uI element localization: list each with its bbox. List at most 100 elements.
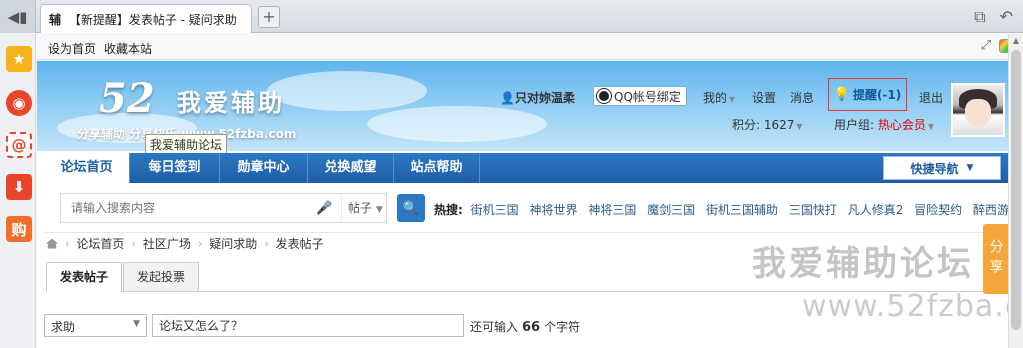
browser-tab-active[interactable]: 辅 【新提醒】发表帖子 - 疑问求助 <box>40 4 252 33</box>
settings-link[interactable]: 设置 <box>752 89 776 106</box>
chevron-down-icon: ▼ <box>927 122 935 131</box>
breadcrumb-item[interactable]: 论坛首页 <box>76 235 124 252</box>
logo-number[interactable]: 52 <box>99 75 155 122</box>
hot-search-item[interactable]: 三国快打 <box>789 203 837 217</box>
forum-page: 52 我爱辅助 分享辅助 分享快乐 www.52fzba.com 我爱辅助论坛 … <box>37 61 1008 348</box>
qq-bind-label: QQ帐号绑定 <box>614 89 681 104</box>
points-menu[interactable]: 积分: 1627 ▼ <box>732 116 803 133</box>
avatar[interactable] <box>951 83 1005 137</box>
hot-search-item[interactable]: 街机三国辅助 <box>706 203 778 217</box>
scroll-up-icon[interactable]: ▲ <box>1009 34 1023 48</box>
chevron-down-icon: ▼ <box>133 319 140 329</box>
nav-daily-signin[interactable]: 每日签到 <box>130 153 220 183</box>
search-type-label: 帖子 <box>348 201 373 215</box>
star-favorites-icon[interactable]: ★ <box>6 46 32 72</box>
chevron-right-icon: › <box>65 237 70 250</box>
tab-title: 【新提醒】发表帖子 - 疑问求助 <box>68 13 237 27</box>
user-icon: 👤 <box>500 91 515 105</box>
download-icon[interactable]: ⬇ <box>6 174 32 200</box>
sidebar-toggle-icon[interactable]: ◀▮ <box>0 0 36 33</box>
hot-search-item[interactable]: 冒险契约 <box>914 203 962 217</box>
chevron-right-icon: › <box>197 237 203 250</box>
shopping-icon[interactable]: 购 <box>6 216 32 242</box>
search-icon: 🔍 <box>402 200 420 216</box>
browser-sidebar: ★ ◉ @ ⬇ 购 <box>0 34 36 348</box>
scroll-thumb[interactable] <box>1011 50 1021 330</box>
lightbulb-icon: 💡 <box>833 87 850 102</box>
thread-type-value: 求助 <box>51 320 76 334</box>
thread-type-select[interactable]: 求助 ▼ <box>44 314 147 337</box>
char-count-number: 66 <box>522 320 541 335</box>
tab-list-icon[interactable]: ⧉ <box>974 7 985 27</box>
logo-text[interactable]: 我爱辅助 <box>177 83 285 118</box>
share-button[interactable]: 分享 <box>983 224 1008 294</box>
hot-search-label: 热搜: <box>434 203 463 217</box>
char-count-suffix: 个字符 <box>544 320 581 334</box>
hot-search: 热搜: 街机三国 神将世界 神将三国 魔剑三国 街机三国辅助 三国快打 凡人修真… <box>434 201 1008 218</box>
user-profile-link[interactable]: 👤只对妳温柔 <box>500 89 575 106</box>
microphone-icon[interactable]: 🎤 <box>316 201 332 216</box>
usergroup-label: 用户组: <box>834 118 878 132</box>
cloud-decoration <box>367 106 547 142</box>
hot-search-item[interactable]: 魔剑三国 <box>647 203 695 217</box>
search-bar: 🎤 帖子 ▼ 🔍 热搜: 街机三国 神将世界 神将三国 魔剑三国 街机三国辅助 … <box>44 183 1008 233</box>
my-menu[interactable]: 我的 ▼ <box>703 89 735 106</box>
fav-bookmark-site[interactable]: 收藏本站 <box>104 40 152 57</box>
chevron-down-icon: ▼ <box>796 122 803 131</box>
weibo-icon[interactable]: ◉ <box>6 90 32 116</box>
logo-tooltip: 我爱辅助论坛 <box>145 134 228 155</box>
usergroup-value: 热心会员 <box>877 118 926 132</box>
watermark-url: www.52fzba.com <box>802 289 1008 324</box>
hot-search-item[interactable]: 凡人修真2 <box>848 203 904 217</box>
quick-nav-label: 快捷导航 <box>910 161 959 176</box>
forum-header: 52 我爱辅助 分享辅助 分享快乐 www.52fzba.com 我爱辅助论坛 … <box>37 61 1008 155</box>
messages-link[interactable]: 消息 <box>790 89 814 106</box>
quick-nav-button[interactable]: 快捷导航 ▼ <box>883 156 1001 180</box>
char-count: 还可输入 66 个字符 <box>470 318 580 335</box>
undo-close-icon[interactable]: ↶ <box>1000 7 1013 27</box>
tab-favicon-icon: 辅 <box>49 13 62 27</box>
chevron-down-icon: ▼ <box>729 95 736 104</box>
chevron-down-icon: ▼ <box>375 205 383 215</box>
hot-search-item[interactable]: 神将世界 <box>529 203 577 217</box>
home-icon[interactable] <box>46 238 58 249</box>
new-tab-button[interactable]: + <box>258 6 280 28</box>
chevron-right-icon: › <box>131 237 136 250</box>
hot-search-item[interactable]: 醉西游 <box>973 203 1008 217</box>
chevron-right-icon: › <box>264 237 269 250</box>
tab-new-poll[interactable]: 发起投票 <box>123 262 200 292</box>
usergroup-menu[interactable]: 用户组: 热心会员 ▼ <box>834 116 934 133</box>
qq-bind-button[interactable]: QQ帐号绑定 <box>593 86 687 106</box>
hot-search-item[interactable]: 街机三国 <box>471 203 519 217</box>
page-scrollbar[interactable]: ▲ <box>1008 34 1023 348</box>
avatar-face <box>965 99 991 127</box>
search-box: 🎤 帖子 ▼ <box>60 193 387 223</box>
hot-search-item[interactable]: 神将三国 <box>588 203 636 217</box>
username: 只对妳温柔 <box>514 91 575 105</box>
post-title-input[interactable] <box>152 314 464 337</box>
nav-medal-center[interactable]: 勋章中心 <box>220 153 308 183</box>
nav-help[interactable]: 站点帮助 <box>394 153 480 183</box>
favorites-bar: 设为首页 收藏本站 ⤢ <box>36 34 1023 60</box>
tab-bar-tools: ⧉ ↶ <box>974 7 1013 27</box>
my-menu-label: 我的 <box>703 91 728 105</box>
points-label: 积分: 1627 <box>732 118 795 132</box>
breadcrumb-item[interactable]: 疑问求助 <box>209 235 257 252</box>
tab-new-post[interactable]: 发表帖子 <box>46 262 123 292</box>
search-input[interactable] <box>61 194 316 222</box>
chevron-down-icon: ▼ <box>966 163 974 173</box>
breadcrumb-item: 发表帖子 <box>275 237 324 251</box>
browser-tab-bar: ◀▮ 辅 【新提醒】发表帖子 - 疑问求助 + ⧉ ↶ <box>0 0 1023 33</box>
fullscreen-icon[interactable]: ⤢ <box>981 38 991 53</box>
search-button[interactable]: 🔍 <box>397 194 425 222</box>
search-type-select[interactable]: 帖子 ▼ <box>341 194 387 222</box>
mail-icon[interactable]: @ <box>6 132 32 158</box>
nav-forum-home[interactable]: 论坛首页 <box>44 153 130 183</box>
remind-link[interactable]: 💡 提醒(-1) <box>828 78 907 111</box>
nav-exchange[interactable]: 兑换威望 <box>308 153 394 183</box>
breadcrumb: › 论坛首页 › 社区广场 › 疑问求助 › 发表帖子 <box>46 235 324 252</box>
logout-link[interactable]: 退出 <box>919 89 943 106</box>
fav-set-homepage[interactable]: 设为首页 <box>48 40 96 57</box>
cloud-decoration <box>267 71 427 111</box>
breadcrumb-item[interactable]: 社区广场 <box>143 235 191 252</box>
